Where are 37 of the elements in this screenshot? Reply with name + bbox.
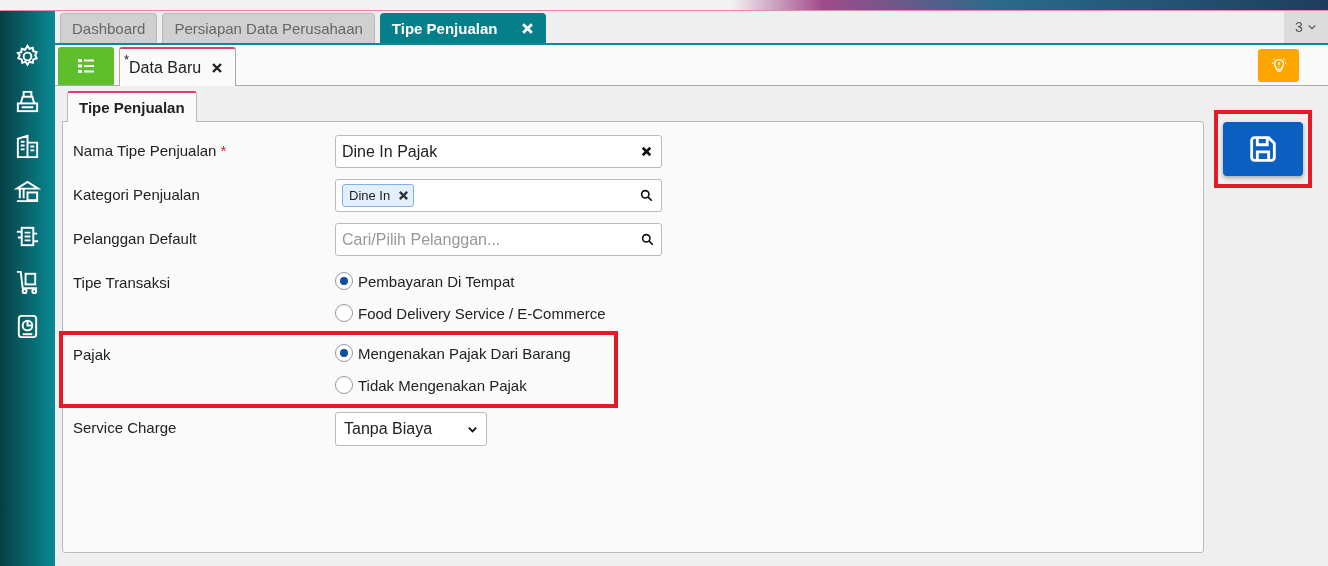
radio-button[interactable] [335,344,353,362]
radio-label: Mengenakan Pajak Dari Barang [358,344,571,362]
clear-icon[interactable] [640,145,653,158]
tab[interactable]: Tipe Penjualan [379,13,547,43]
building-icon[interactable] [14,133,41,160]
save-button[interactable] [1223,122,1303,176]
radio-button[interactable] [335,376,353,394]
radio-label: Pembayaran Di Tempat [358,272,515,290]
search-icon[interactable] [641,233,654,246]
document-tab[interactable]: $^{*}$Data Baru [119,47,237,86]
tag-field[interactable]: Dine In [335,179,662,212]
field-label: Pajak [73,345,112,365]
list-icon [76,56,96,76]
register-icon[interactable] [14,88,41,115]
field-label: Nama Tipe Penjualan * [73,141,228,161]
section-tab[interactable]: Tipe Penjualan [67,91,197,122]
dropdown[interactable]: Tanpa Biaya [335,412,487,446]
bank-icon[interactable] [14,178,41,205]
search-icon[interactable] [640,189,653,202]
field-label: Tipe Transaksi [73,273,171,293]
lightbulb-icon [1269,56,1288,74]
radio-label: Tidak Mengenakan Pajak [358,376,527,394]
close-icon[interactable] [211,61,224,74]
chevron-down-icon [1306,22,1317,32]
tab[interactable]: Persiapan Data Perusahaan [162,13,375,43]
tag-chip: Dine In [342,184,415,207]
tab[interactable]: Dashboard [60,13,158,43]
radio-button[interactable] [335,304,353,322]
field-label: Kategori Penjualan [73,185,201,205]
text-field[interactable]: Dine In Pajak [335,135,662,168]
tab-overflow-button[interactable]: 3 [1284,11,1328,43]
field-label: Service Charge [73,418,178,438]
search-field[interactable]: Cari/Pilih Pelanggan... [335,223,662,256]
radio-button[interactable] [335,272,353,290]
field-label: Pelanggan Default [73,229,198,249]
radio-label: Food Delivery Service / E-Commerce [358,304,606,322]
remove-icon[interactable] [398,190,410,201]
